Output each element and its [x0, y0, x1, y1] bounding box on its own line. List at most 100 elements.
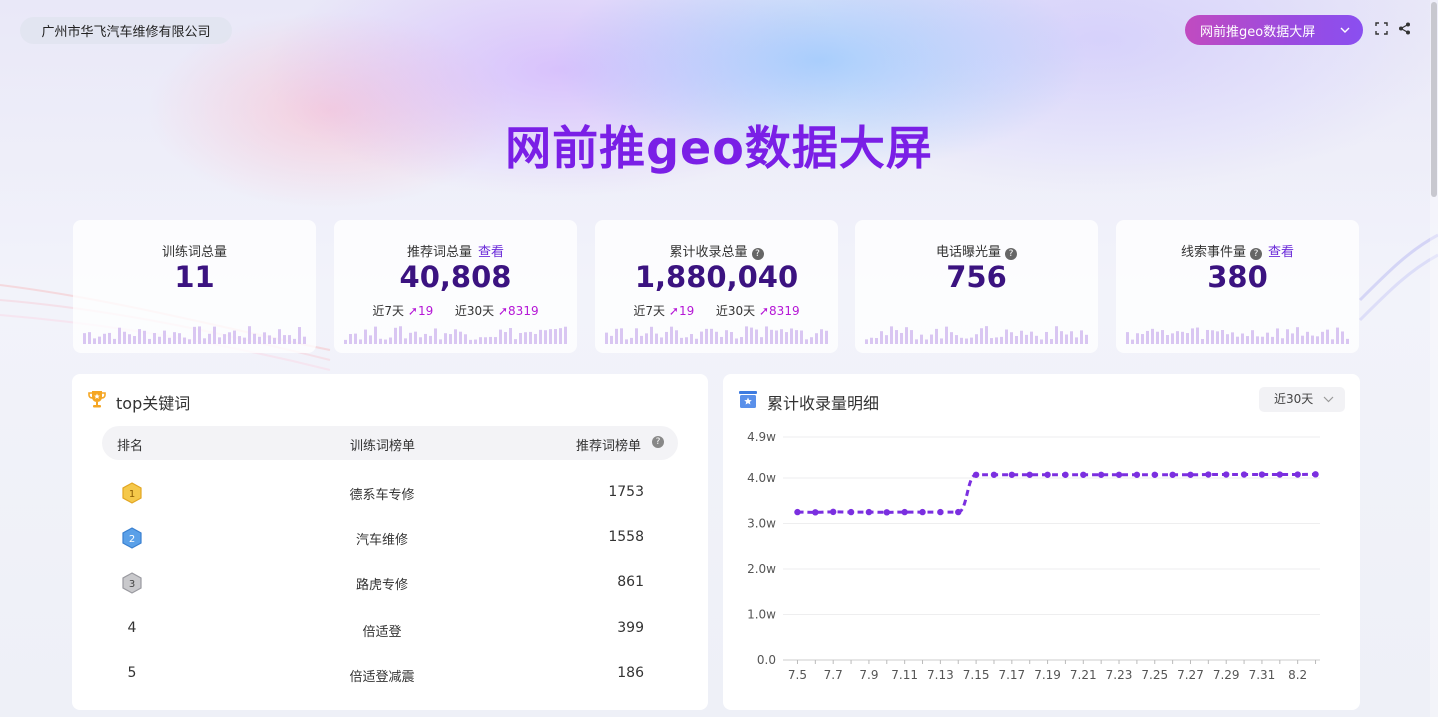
data-point[interactable] [1294, 471, 1301, 478]
data-point[interactable] [1044, 471, 1051, 478]
data-point[interactable] [1062, 471, 1069, 478]
help-icon[interactable]: ? [652, 436, 664, 448]
spark-bar [223, 334, 226, 344]
spark-bar [1186, 333, 1189, 344]
data-point[interactable] [1276, 471, 1284, 478]
data-point[interactable] [1240, 471, 1248, 478]
screen-select-dropdown[interactable]: 网前推geo数据大屏 [1185, 15, 1363, 45]
data-point[interactable] [1115, 471, 1123, 478]
data-point[interactable] [955, 508, 962, 516]
data-point[interactable] [1151, 471, 1158, 478]
spark-bar [1281, 338, 1284, 344]
view-link[interactable]: 查看 [478, 245, 504, 260]
data-point[interactable] [1187, 471, 1194, 478]
spark-bar [1251, 330, 1254, 344]
table-row[interactable]: 4 倍适登 399 [102, 616, 678, 661]
spark-bar [1316, 336, 1319, 344]
spark-bar [258, 336, 261, 344]
spark-bar [1070, 331, 1073, 344]
data-point[interactable] [829, 508, 837, 516]
view-link[interactable]: 查看 [1268, 245, 1294, 260]
x-tick-label: 7.15 [963, 668, 990, 682]
x-tick-label: 7.13 [927, 668, 954, 682]
data-point[interactable] [1080, 471, 1087, 478]
data-point[interactable] [865, 508, 873, 516]
spark-bar [534, 333, 537, 344]
data-point[interactable] [847, 508, 855, 516]
stat-card-training-words: 训练词总量 11 [73, 220, 316, 353]
spark-bar [950, 332, 953, 344]
spark-bar [123, 331, 126, 344]
table-row[interactable]: 1 德系车专修 1753 [102, 481, 678, 526]
data-point[interactable] [1223, 471, 1230, 478]
table-row[interactable]: 3 路虎专修 861 [102, 571, 678, 616]
spark-bar [519, 332, 522, 344]
spark-bar [494, 337, 497, 344]
spark-bar [1311, 335, 1314, 344]
help-icon[interactable]: ? [1005, 248, 1017, 260]
data-point[interactable] [1008, 471, 1016, 478]
sparkline [605, 326, 828, 344]
spark-bar [620, 328, 623, 344]
help-icon[interactable]: ? [1250, 248, 1262, 260]
header-recommend: 推荐词榜单 [576, 439, 642, 454]
x-tick-label: 7.7 [824, 668, 843, 682]
data-point[interactable] [883, 509, 890, 516]
data-point[interactable] [1169, 471, 1176, 478]
data-point[interactable] [937, 508, 944, 516]
spark-bar [1221, 330, 1224, 344]
data-point[interactable] [901, 508, 908, 516]
help-icon[interactable]: ? [751, 248, 764, 260]
spark-bar [875, 338, 878, 344]
spark-bar [474, 339, 477, 344]
spark-bar [1171, 333, 1174, 344]
spark-bar [153, 333, 156, 344]
stat-value: 380 [1207, 260, 1268, 294]
x-tick-label: 7.19 [1034, 668, 1061, 682]
spark-bar [730, 331, 733, 344]
trend-30d-label: 近30天 [715, 304, 756, 318]
x-tick-label: 7.21 [1070, 668, 1097, 682]
spark-bar [780, 329, 783, 344]
data-point[interactable] [1133, 471, 1141, 478]
spark-bar [183, 337, 186, 344]
count: 861 [617, 574, 644, 590]
data-point[interactable] [1258, 471, 1266, 478]
data-point[interactable] [1026, 471, 1033, 478]
spark-bar [685, 337, 688, 344]
spark-bar [1080, 330, 1083, 344]
spark-bar [625, 339, 628, 344]
data-point[interactable] [972, 471, 980, 478]
spark-bar [995, 337, 998, 344]
scrollbar[interactable] [1430, 0, 1438, 717]
x-tick-label: 8.2 [1288, 668, 1307, 682]
data-point[interactable] [1205, 471, 1212, 478]
header-train: 训练词榜单 [350, 439, 416, 454]
table-row[interactable]: 5 倍适登减震 186 [102, 661, 678, 706]
share-icon[interactable] [1398, 22, 1411, 35]
spark-bar [168, 337, 171, 344]
data-point[interactable] [919, 508, 926, 516]
spark-bar [690, 334, 693, 344]
data-point[interactable] [812, 509, 819, 516]
series-line [797, 472, 1316, 514]
keyword: 倍适登 [362, 625, 402, 640]
spark-bar [238, 336, 241, 344]
spark-bar [735, 338, 738, 344]
arrow-up-icon: ➚ [497, 304, 509, 318]
page-title: 网前推geo数据大屏 [505, 121, 933, 175]
trend-30d-label: 近30天 [454, 304, 495, 318]
spark-bar [955, 335, 958, 344]
table-row[interactable]: 2 汽车维修 1558 [102, 526, 678, 571]
fullscreen-icon[interactable] [1375, 22, 1388, 35]
period-select[interactable]: 近30天 [1259, 387, 1345, 412]
data-point[interactable] [1097, 471, 1105, 478]
data-point[interactable] [794, 508, 801, 516]
data-point[interactable] [990, 471, 998, 478]
spark-bar [303, 336, 306, 344]
scrollbar-thumb[interactable] [1431, 2, 1437, 197]
spark-bar [439, 339, 442, 344]
spark-bar [935, 328, 938, 344]
data-point[interactable] [1312, 471, 1319, 478]
x-tick-label: 7.23 [1106, 668, 1133, 682]
